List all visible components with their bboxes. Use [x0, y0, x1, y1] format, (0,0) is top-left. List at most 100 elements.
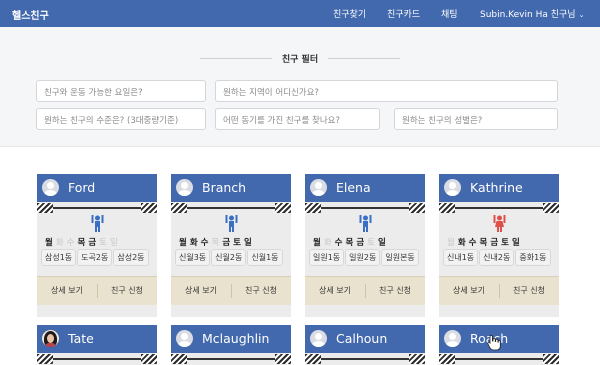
- available-days: 월화수목금토일: [37, 236, 157, 249]
- day-tue: 화: [55, 238, 64, 248]
- mouse-cursor-icon: [487, 334, 501, 351]
- location-tags: 삼성1동 도곡2동 삼성2동: [37, 249, 157, 272]
- location-tag: 중화1동: [515, 249, 551, 266]
- top-navbar: 헬스친구 친구찾기 친구카드 채팅 Subin.Kevin Ha 친구님 ⌄: [0, 0, 600, 27]
- friend-request-button[interactable]: 친구 신청: [365, 285, 425, 296]
- card-header: Kathrine: [439, 174, 559, 202]
- motivation-filter-input[interactable]: 어떤 동기를 가진 친구를 찾나요?: [215, 108, 380, 130]
- divider: [328, 58, 400, 59]
- day-sat: 토: [501, 238, 509, 248]
- location-tags: 일원1동 일원2동 일원본동: [305, 249, 425, 272]
- card-header: Mclaughlin: [171, 325, 291, 353]
- chevron-down-icon: ⌄: [578, 11, 585, 19]
- gender-filter-input[interactable]: 원하는 친구의 성별은?: [394, 108, 558, 130]
- lifter-icon: [305, 215, 425, 236]
- region-filter-input[interactable]: 원하는 지역이 어디신가요?: [215, 80, 558, 102]
- friend-card: Calhoun: [305, 325, 425, 365]
- available-days: 월화수목금토일: [171, 236, 291, 249]
- day-fri: 금: [222, 238, 231, 248]
- day-tue: 화: [189, 238, 198, 248]
- day-thu: 목: [77, 238, 86, 248]
- day-fri: 금: [356, 238, 365, 248]
- day-filter-input[interactable]: 친구와 운동 가능한 요일은?: [36, 80, 206, 102]
- friend-card: Ford 월화수목금토일 삼성1동 도곡2동 삼성2동 상세 보기 친구 신청: [37, 174, 157, 317]
- barbell-icon: [37, 353, 157, 365]
- card-actions: 상세 보기 친구 신청: [37, 276, 157, 305]
- day-wed: 수: [468, 238, 477, 248]
- friend-request-button[interactable]: 친구 신청: [499, 285, 559, 296]
- lifter-icon: [171, 215, 291, 236]
- detail-button[interactable]: 상세 보기: [305, 285, 365, 296]
- friend-name: Kathrine: [470, 180, 523, 195]
- detail-button[interactable]: 상세 보기: [439, 285, 499, 296]
- day-mon: 월: [447, 238, 455, 248]
- location-tag: 일원2동: [345, 249, 381, 266]
- friend-name: Ford: [68, 180, 96, 195]
- friend-card: Elena 월화수목금토일 일원1동 일원2동 일원본동 상세 보기 친구 신청: [305, 174, 425, 317]
- level-filter-input[interactable]: 원하는 친구의 수준은? (3대중량기준): [36, 108, 206, 130]
- friend-name: Calhoun: [336, 331, 388, 346]
- detail-button[interactable]: 상세 보기: [171, 285, 231, 296]
- friend-name: Tate: [68, 331, 94, 346]
- avatar: [42, 179, 59, 196]
- day-sat: 토: [99, 238, 107, 248]
- day-sun: 일: [377, 238, 386, 248]
- friend-request-button[interactable]: 친구 신청: [97, 285, 157, 296]
- avatar: [444, 179, 461, 196]
- user-menu[interactable]: Subin.Kevin Ha 친구님 ⌄: [480, 7, 584, 20]
- friend-card: Tate: [37, 325, 157, 365]
- location-tag: 신월2동: [211, 249, 247, 266]
- barbell-icon: [171, 353, 291, 365]
- day-wed: 수: [200, 238, 209, 248]
- nav-link-find-friends[interactable]: 친구찾기: [333, 7, 366, 20]
- user-menu-label: Subin.Kevin Ha 친구님: [480, 10, 576, 20]
- location-tag: 신내1동: [443, 249, 479, 266]
- brand-logo[interactable]: 헬스친구: [12, 7, 49, 22]
- location-tags: 신월3동 신월2동 신월1동: [171, 249, 291, 272]
- day-mon: 월: [45, 238, 53, 248]
- nav-link-friend-cards[interactable]: 친구카드: [387, 7, 420, 20]
- friend-card: Branch 월화수목금토일 신월3동 신월2동 신월1동 상세 보기 친구 신청: [171, 174, 291, 317]
- day-fri: 금: [88, 238, 97, 248]
- day-sun: 일: [109, 238, 118, 248]
- card-actions: 상세 보기 친구 신청: [305, 276, 425, 305]
- day-sat: 토: [233, 238, 241, 248]
- lifter-icon: [37, 215, 157, 236]
- detail-button[interactable]: 상세 보기: [37, 285, 97, 296]
- avatar: [176, 179, 193, 196]
- location-tag: 일원1동: [309, 249, 345, 266]
- friend-name: Branch: [202, 180, 247, 195]
- day-thu: 목: [479, 238, 488, 248]
- card-header: Elena: [305, 174, 425, 202]
- avatar: [310, 330, 327, 347]
- friend-name: Elena: [336, 180, 371, 195]
- location-tags: 신내1동 신내2동 중화1동: [439, 249, 559, 272]
- friend-card: Mclaughlin: [171, 325, 291, 365]
- location-tag: 일원본동: [381, 249, 419, 266]
- day-sun: 일: [511, 238, 520, 248]
- location-tag: 삼성1동: [41, 249, 77, 266]
- barbell-icon: [439, 353, 559, 365]
- location-tag: 삼성2동: [113, 249, 149, 266]
- day-sun: 일: [243, 238, 252, 248]
- day-tue: 화: [323, 238, 332, 248]
- card-header: Ford: [37, 174, 157, 202]
- nav-link-chat[interactable]: 채팅: [441, 7, 458, 20]
- day-fri: 금: [490, 238, 499, 248]
- card-header: Branch: [171, 174, 291, 202]
- friend-request-button[interactable]: 친구 신청: [231, 285, 291, 296]
- filter-title: 친구 필터: [281, 55, 319, 65]
- location-tag: 신월1동: [247, 249, 283, 266]
- avatar: [444, 330, 461, 347]
- avatar: [176, 330, 193, 347]
- friend-filter-section: 친구 필터 친구와 운동 가능한 요일은? 원하는 지역이 어디신가요? 원하는…: [0, 27, 600, 147]
- day-mon: 월: [313, 238, 321, 248]
- location-tag: 도곡2동: [77, 249, 113, 266]
- location-tag: 신월3동: [175, 249, 211, 266]
- day-thu: 목: [211, 238, 220, 248]
- day-sat: 토: [367, 238, 375, 248]
- card-header: Calhoun: [305, 325, 425, 353]
- friend-card: Kathrine 월화수목금토일 신내1동 신내2동 중화1동 상세 보기 친구 신…: [439, 174, 559, 317]
- location-tag: 신내2동: [479, 249, 515, 266]
- day-wed: 수: [66, 238, 75, 248]
